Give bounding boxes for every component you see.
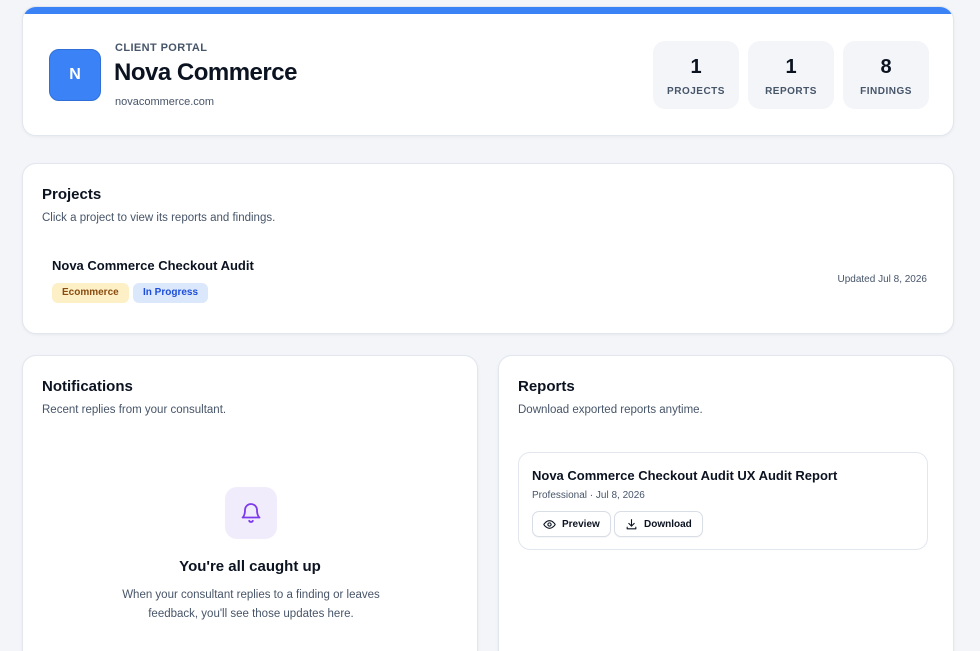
notifications-title: Notifications — [42, 378, 133, 395]
download-icon — [625, 518, 638, 531]
project-name[interactable]: Nova Commerce Checkout Audit — [52, 258, 254, 273]
report-meta: Professional · Jul 8, 2026 — [532, 490, 645, 501]
stat-label: REPORTS — [765, 86, 817, 97]
eye-icon — [543, 518, 556, 531]
stat-value: 8 — [880, 56, 892, 78]
client-domain: novacommerce.com — [115, 96, 215, 108]
client-logo: N — [49, 49, 101, 101]
preview-button[interactable]: Preview — [532, 511, 611, 537]
notifications-subtitle: Recent replies from your consultant. — [42, 404, 227, 416]
stat-label: FINDINGS — [860, 86, 912, 97]
report-item: Nova Commerce Checkout Audit UX Audit Re… — [518, 452, 928, 550]
reports-subtitle: Download exported reports anytime. — [518, 404, 703, 416]
download-button[interactable]: Download — [614, 511, 703, 537]
reports-title: Reports — [518, 378, 575, 395]
stat-value: 1 — [785, 56, 797, 78]
projects-title: Projects — [42, 186, 102, 203]
project-category-tag: Ecommerce — [52, 283, 129, 303]
project-updated-date: Updated Jul 8, 2026 — [837, 274, 927, 285]
download-label: Download — [644, 518, 692, 530]
bell-icon — [225, 487, 277, 539]
stat-findings: 8 FINDINGS — [843, 41, 929, 109]
accent-bar — [23, 7, 953, 14]
project-row[interactable]: Nova Commerce Checkout Audit Ecommerce I… — [41, 248, 937, 310]
stat-reports: 1 REPORTS — [748, 41, 834, 109]
report-title: Nova Commerce Checkout Audit UX Audit Re… — [532, 468, 838, 483]
stat-value: 1 — [690, 56, 702, 78]
stat-label: PROJECTS — [667, 86, 725, 97]
empty-state-text: When your consultant replies to a findin… — [122, 589, 380, 620]
client-header-card: N CLIENT PORTAL Nova Commerce novacommer… — [22, 6, 954, 136]
projects-subtitle: Click a project to view its reports and … — [42, 212, 276, 224]
projects-card: Projects Click a project to view its rep… — [22, 163, 954, 334]
portal-eyebrow: CLIENT PORTAL — [115, 42, 208, 54]
project-status-badge: In Progress — [133, 283, 209, 303]
notifications-card: Notifications Recent replies from your c… — [22, 355, 478, 651]
preview-label: Preview — [562, 518, 600, 530]
empty-state-title: You're all caught up — [179, 558, 321, 575]
client-name: Nova Commerce — [114, 59, 297, 86]
stat-projects: 1 PROJECTS — [653, 41, 739, 109]
reports-card: Reports Download exported reports anytim… — [498, 355, 954, 651]
